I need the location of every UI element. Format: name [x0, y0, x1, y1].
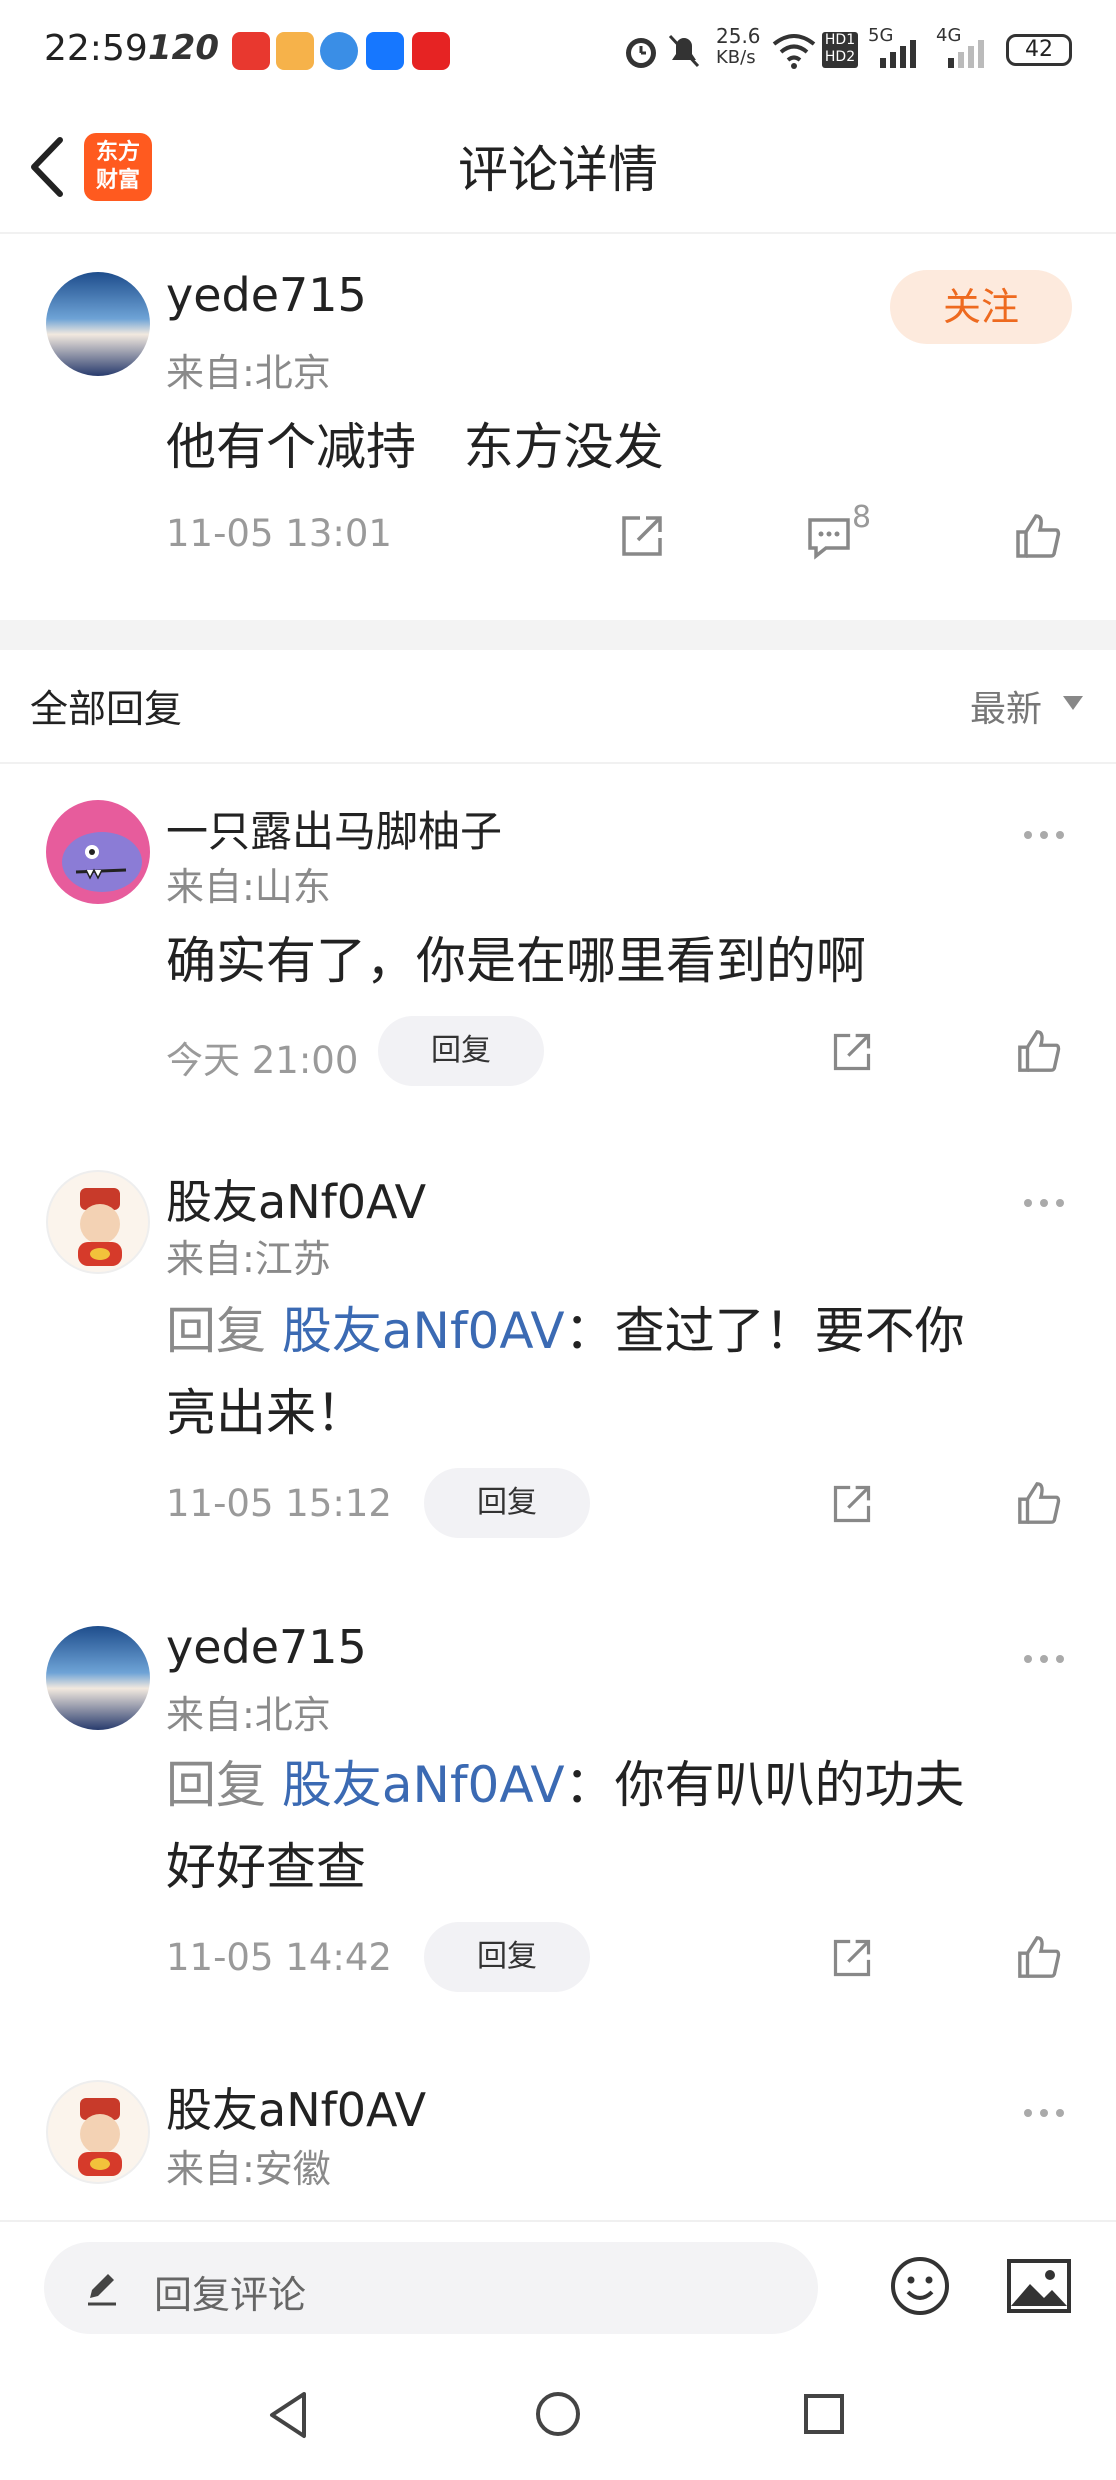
reply-input-bar: 回复评论: [0, 2220, 1116, 2350]
more-icon[interactable]: [1024, 1192, 1074, 1212]
reply-text: 确实有了，你是在哪里看到的啊: [166, 932, 866, 990]
battery-indicator: 42: [1006, 34, 1072, 66]
app-notification-icon: [232, 32, 270, 70]
signal-bars-weak-icon: [948, 40, 984, 68]
reply-username[interactable]: 一只露出马脚柚子: [166, 798, 502, 859]
section-divider: [0, 620, 1116, 650]
avatar[interactable]: [46, 2080, 150, 2184]
reply-username[interactable]: 股友aNf0AV: [166, 2074, 426, 2140]
more-icon[interactable]: [1024, 1648, 1074, 1668]
share-icon[interactable]: [830, 1030, 874, 1074]
mute-bell-icon: [668, 34, 700, 68]
signal-bars-icon: [880, 40, 916, 68]
avatar[interactable]: [46, 272, 150, 376]
system-back-icon[interactable]: [266, 2390, 310, 2440]
reply-input-placeholder: 回复评论: [154, 2273, 307, 2317]
comment-icon[interactable]: [806, 514, 852, 560]
reply-button[interactable]: 回复: [424, 1922, 590, 1992]
reply-location: 来自:江苏: [166, 1237, 331, 1281]
network-speed-value: 25.6: [716, 24, 761, 48]
post-username[interactable]: yede715: [166, 268, 367, 322]
avatar[interactable]: [46, 800, 150, 904]
page-title: 评论详情: [458, 141, 658, 199]
more-icon[interactable]: [1024, 824, 1074, 844]
replies-section-title: 全部回复: [30, 687, 183, 731]
caret-down-icon[interactable]: [1063, 696, 1083, 710]
reply-timestamp: 今天 21:00: [166, 1039, 359, 1082]
reply-timestamp: 11-05 14:42: [166, 1936, 392, 1979]
post-timestamp: 11-05 13:01: [166, 512, 392, 555]
avatar[interactable]: [46, 1170, 150, 1274]
reply-to-link[interactable]: 股友aNf0AV: [282, 1756, 565, 1814]
refresh-rate: 120: [148, 28, 219, 68]
emoji-icon[interactable]: [888, 2254, 952, 2318]
network-speed-unit: KB/s: [716, 47, 756, 68]
app-notification-icon: [412, 32, 450, 70]
reply-location: 来自:安徽: [166, 2147, 331, 2191]
app-notification-icon: [276, 32, 314, 70]
wifi-icon: [772, 34, 816, 69]
share-icon[interactable]: [830, 1482, 874, 1526]
thumbs-up-icon[interactable]: [1016, 1480, 1062, 1526]
reply-location: 来自:北京: [166, 1693, 331, 1737]
system-recents-icon[interactable]: [802, 2392, 846, 2436]
more-icon[interactable]: [1024, 2102, 1074, 2122]
thumbs-up-icon[interactable]: [1014, 512, 1062, 560]
top-navigation: 东方 财富 评论详情: [0, 100, 1116, 234]
alipay-icon: [366, 32, 404, 70]
reply-input[interactable]: 回复评论: [44, 2242, 818, 2334]
pencil-icon: [88, 2274, 116, 2306]
reply-text: 回复 股友aNf0AV：查过了！要不你 亮出来！: [166, 1302, 965, 1442]
share-icon[interactable]: [618, 512, 666, 560]
thumbs-up-icon[interactable]: [1016, 1934, 1062, 1980]
system-navigation-bar: [0, 2350, 1116, 2480]
follow-button[interactable]: 关注: [890, 270, 1072, 344]
system-home-icon[interactable]: [534, 2390, 582, 2438]
status-bar: 22:59 120 25.6 KB/s HD1 HD2 5G 4G 42: [0, 0, 1116, 100]
app-notification-icon: [320, 32, 358, 70]
reply-location: 来自:山东: [166, 865, 331, 909]
reply-button[interactable]: 回复: [424, 1468, 590, 1538]
post-location: 来自:北京: [166, 351, 331, 395]
reply-timestamp: 11-05 15:12: [166, 1482, 392, 1525]
image-icon[interactable]: [1006, 2258, 1072, 2314]
alarm-icon: [626, 38, 656, 68]
comment-count: 8: [852, 500, 872, 535]
sort-dropdown[interactable]: 最新: [970, 680, 1042, 732]
reply-username[interactable]: yede715: [166, 1620, 367, 1674]
thumbs-up-icon[interactable]: [1016, 1028, 1062, 1074]
reply-username[interactable]: 股友aNf0AV: [166, 1166, 426, 1232]
replies-header: 全部回复 最新: [0, 650, 1116, 764]
status-time: 22:59: [44, 28, 148, 69]
reply-button[interactable]: 回复: [378, 1016, 544, 1086]
share-icon[interactable]: [830, 1936, 874, 1980]
reply-text: 回复 股友aNf0AV：你有叭叭的功夫 好好查查: [166, 1756, 965, 1896]
hd-badge: HD1 HD2: [822, 32, 858, 68]
reply-to-link[interactable]: 股友aNf0AV: [282, 1302, 565, 1360]
post-content: 他有个减持 东方没发: [166, 418, 664, 476]
avatar[interactable]: [46, 1626, 150, 1730]
